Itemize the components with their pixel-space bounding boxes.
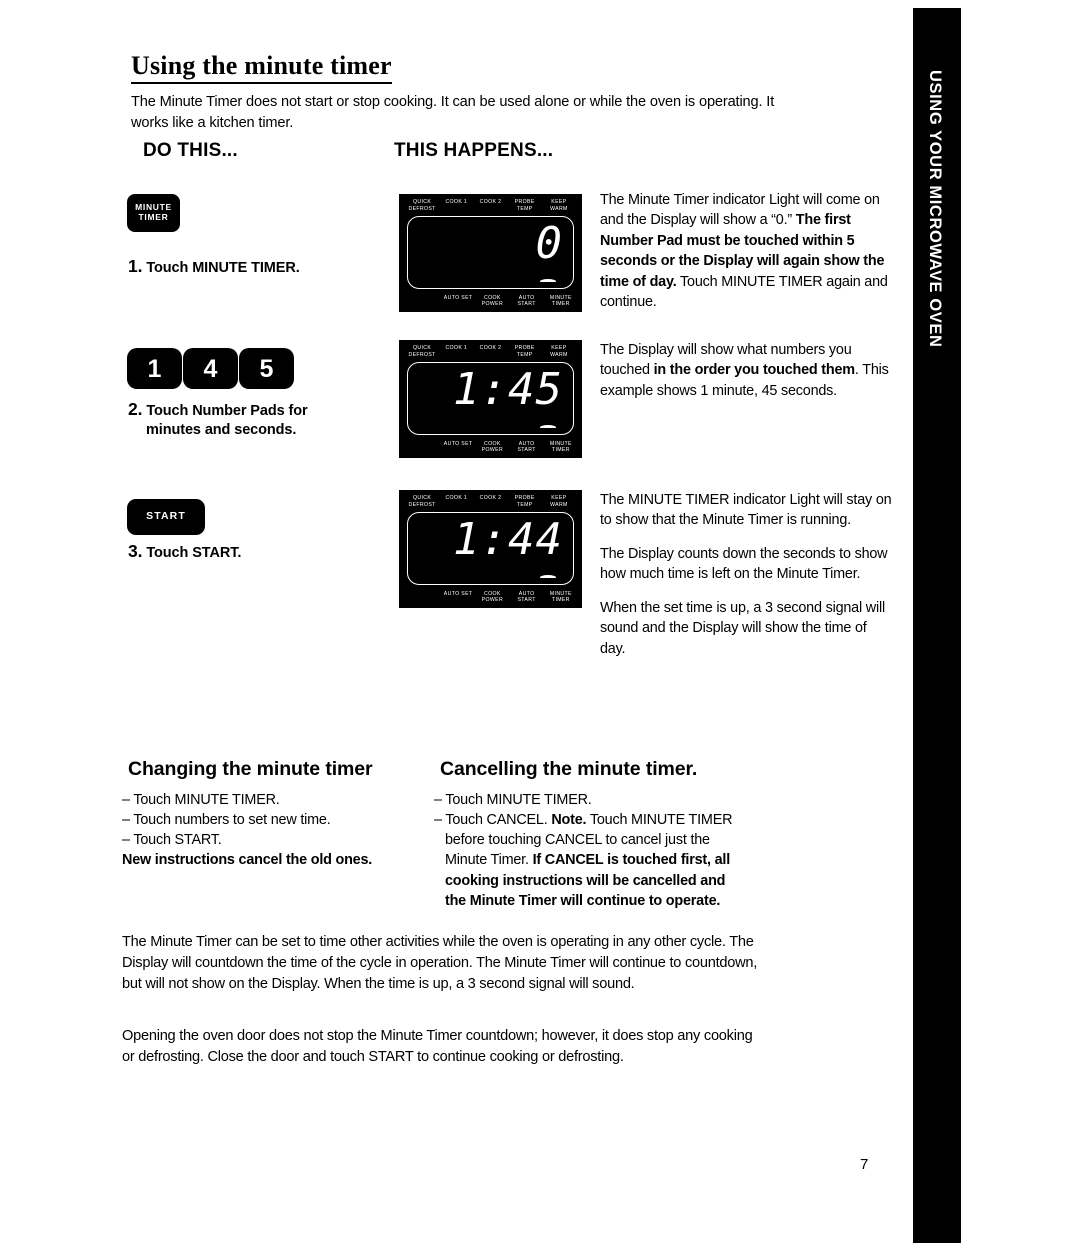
display-1-window: 0 [407, 216, 574, 289]
section-thumb-tab-label: USING YOUR MICROWAVE OVEN [926, 70, 944, 348]
indicator-keep-warm: KEEP WARM [550, 495, 568, 508]
indicator-auto-start: AUTO START [517, 294, 536, 308]
start-key-graphic: START [127, 499, 205, 535]
cancelling-section-body: – Touch MINUTE TIMER. – Touch CANCEL. No… [434, 790, 734, 911]
oven-display-panel-3: QUICK DEFROST COOK 1 COOK 2 PROBE TEMP K… [399, 490, 582, 608]
display-3-bottom-indicator-labels: AUTO SET COOK POWER AUTO START MINUTE TI… [399, 591, 582, 604]
column-heading-this-happens: THIS HAPPENS... [394, 140, 554, 161]
explain-2-bold: in the order you touched them [653, 362, 855, 379]
indicator-auto-set: AUTO SET [443, 294, 473, 301]
footer-paragraph-2: Opening the oven door does not stop the … [122, 1028, 753, 1065]
indicator-cook-2: COOK 2 [479, 199, 502, 205]
step-1-caption: 1. Touch MINUTE TIMER. [128, 255, 358, 278]
indicator-minute-timer: MINUTE TIMER [549, 294, 572, 308]
step-2-caption: 2. Touch Number Pads for minutes and sec… [128, 398, 358, 439]
explanation-step-3-paragraph-2: The Display counts down the seconds to s… [600, 545, 888, 583]
bottom-label-spacer [403, 441, 441, 454]
display-2-bottom-indicator-labels: AUTO SET COOK POWER AUTO START MINUTE TI… [399, 441, 582, 454]
display-1-bottom-indicator-labels: AUTO SET COOK POWER AUTO START MINUTE TI… [399, 295, 582, 308]
explanation-step-2: The Display will show what numbers you t… [600, 340, 895, 401]
display-1-top-indicator-labels: QUICK DEFROST COOK 1 COOK 2 PROBE TEMP K… [399, 199, 582, 212]
indicator-quick-defrost: QUICK DEFROST [408, 345, 436, 358]
step-1-number: 1. [128, 256, 143, 276]
indicator-cook-power: COOK POWER [481, 590, 504, 604]
cancelling-section-heading: Cancelling the minute timer. [440, 758, 698, 780]
cancelling-note-label: Note. [551, 812, 587, 829]
intro-paragraph: The Minute Timer does not start or stop … [131, 94, 775, 131]
explanation-step-2-paragraph: The Display will show what numbers you t… [600, 340, 895, 401]
changing-section-heading: Changing the minute timer [128, 758, 373, 780]
footer-paragraph-1: The Minute Timer can be set to time othe… [122, 934, 758, 992]
explanation-step-1-paragraph: The Minute Timer indicator Light will co… [600, 190, 895, 313]
oven-display-panel-2: QUICK DEFROST COOK 1 COOK 2 PROBE TEMP K… [399, 340, 582, 458]
display-2-reading: 1:45 [453, 364, 563, 415]
cancelling-bullet-2: – Touch CANCEL. Note. Touch MINUTE TIMER… [434, 810, 734, 911]
bottom-label-spacer [403, 295, 441, 308]
display-3-reading: 1:44 [453, 514, 563, 565]
manual-page: USING YOUR MICROWAVE OVEN Using the minu… [0, 0, 1080, 1251]
minute-timer-indicator-light-3 [540, 575, 556, 578]
page-number: 7 [860, 1156, 869, 1173]
indicator-cook-1: COOK 1 [445, 495, 468, 501]
indicator-probe-temp: PROBE TEMP [514, 199, 535, 212]
explanation-step-3: The MINUTE TIMER indicator Light will st… [600, 490, 895, 659]
indicator-cook-power: COOK POWER [481, 294, 504, 308]
cancelling-bullet-2-lead: – Touch CANCEL. [434, 812, 552, 829]
step-1-text: Touch MINUTE TIMER. [146, 260, 300, 276]
indicator-minute-timer: MINUTE TIMER [549, 590, 572, 604]
display-3-window: 1:44 [407, 512, 574, 585]
changing-bullet-2: – Touch numbers to set new time. [122, 812, 331, 829]
minute-timer-indicator-light-2 [540, 425, 556, 428]
explanation-step-3-paragraph-3: When the set time is up, a 3 second sign… [600, 599, 885, 657]
bottom-label-spacer [403, 591, 441, 604]
minute-timer-indicator-light-1 [540, 279, 556, 282]
number-pad-5-graphic: 5 [239, 348, 294, 389]
step-2-text-line1: Touch Number Pads for [146, 403, 308, 419]
changing-section-body: – Touch MINUTE TIMER. – Touch numbers to… [122, 790, 422, 871]
indicator-cook-1: COOK 1 [445, 199, 468, 205]
indicator-auto-set: AUTO SET [443, 590, 473, 597]
cancelling-bullet-1: – Touch MINUTE TIMER. [434, 792, 592, 808]
indicator-keep-warm: KEEP WARM [550, 345, 568, 358]
minute-timer-key-line1: MINUTE [135, 202, 172, 213]
indicator-probe-temp: PROBE TEMP [514, 495, 535, 508]
step-3-caption: 3. Touch START. [128, 540, 358, 563]
indicator-cook-power: COOK POWER [481, 440, 504, 454]
page-title: Using the minute timer [131, 52, 392, 85]
minute-timer-key-graphic: MINUTE TIMER [127, 194, 180, 232]
oven-display-panel-1: QUICK DEFROST COOK 1 COOK 2 PROBE TEMP K… [399, 194, 582, 312]
changing-bullet-3: – Touch START. [122, 832, 222, 849]
indicator-cook-1: COOK 1 [445, 345, 468, 351]
indicator-cook-2: COOK 2 [479, 495, 502, 501]
indicator-keep-warm: KEEP WARM [550, 199, 568, 212]
display-2-window: 1:45 [407, 362, 574, 435]
step-2-number: 2. [128, 399, 143, 419]
explanation-step-3-paragraph-1: The MINUTE TIMER indicator Light will st… [600, 492, 892, 529]
indicator-auto-start: AUTO START [517, 440, 536, 454]
changing-bold-note: New instructions cancel the old ones. [122, 852, 373, 869]
minute-timer-key-line2: TIMER [138, 212, 169, 222]
indicator-minute-timer: MINUTE TIMER [549, 440, 572, 454]
section-thumb-tab: USING YOUR MICROWAVE OVEN [913, 8, 961, 1243]
display-2-top-indicator-labels: QUICK DEFROST COOK 1 COOK 2 PROBE TEMP K… [399, 345, 582, 358]
number-pad-4-graphic: 4 [183, 348, 238, 389]
step-3-text: Touch START. [146, 545, 242, 561]
minute-timer-key-label: MINUTE TIMER [135, 203, 172, 222]
indicator-auto-set: AUTO SET [443, 440, 473, 447]
column-heading-do-this: DO THIS... [143, 140, 238, 161]
explanation-step-1: The Minute Timer indicator Light will co… [600, 190, 895, 313]
changing-bullet-1: – Touch MINUTE TIMER. [122, 792, 280, 808]
indicator-probe-temp: PROBE TEMP [514, 345, 535, 358]
indicator-cook-2: COOK 2 [479, 345, 502, 351]
display-3-top-indicator-labels: QUICK DEFROST COOK 1 COOK 2 PROBE TEMP K… [399, 495, 582, 508]
step-2-text-line2: minutes and seconds. [146, 421, 297, 438]
indicator-auto-start: AUTO START [517, 590, 536, 604]
indicator-quick-defrost: QUICK DEFROST [408, 199, 436, 212]
indicator-quick-defrost: QUICK DEFROST [408, 495, 436, 508]
display-1-reading: 0 [535, 218, 563, 269]
step-3-number: 3. [128, 541, 143, 561]
number-pad-1-graphic: 1 [127, 348, 182, 389]
